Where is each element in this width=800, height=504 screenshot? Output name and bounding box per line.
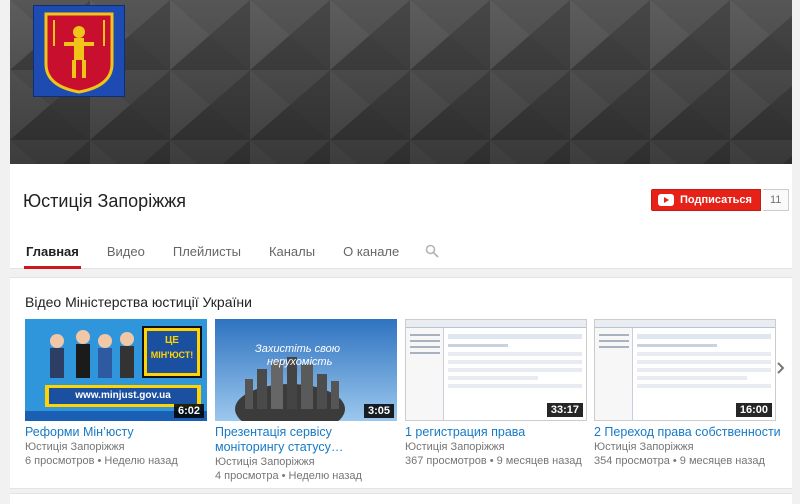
channel-tabs: Главная Видео Плейлисты Каналы О канале	[24, 244, 439, 269]
video-title[interactable]: Реформи Мін’юсту	[25, 425, 207, 440]
subscribe-widget: Подписаться 11	[651, 189, 790, 211]
video-title[interactable]: 2 Переход права собственности	[594, 425, 781, 440]
thumb-board-text-top: ЦЕ	[165, 335, 179, 346]
channel-logo[interactable]	[33, 5, 125, 97]
video-thumbnail[interactable]: ЦЕ МІН'ЮСТ! www.minjust.gov.ua 6:02	[25, 319, 207, 421]
video-meta: 367 просмотров • 9 месяцев назад	[405, 455, 582, 467]
channel-header: Юстиція Запоріжжя Подписаться 11 Главная…	[10, 164, 792, 269]
video-duration: 16:00	[735, 403, 772, 417]
video-title-line2[interactable]: моніторингу статусу…	[215, 440, 397, 455]
thumb-text-mid: нерухомість	[267, 356, 333, 368]
video-channel[interactable]: Юстиція Запоріжжя	[25, 440, 207, 454]
thumb-board-text-mid: МІН'ЮСТ!	[150, 350, 194, 360]
video-thumbnail[interactable]: 33:17	[405, 319, 587, 421]
subscriber-count: 11	[762, 189, 790, 211]
video-meta: 354 просмотра • 9 месяцев назад	[594, 455, 765, 467]
video-channel[interactable]: Юстиція Запоріжжя	[405, 440, 587, 454]
thumb-text-top: Захистіть свою	[255, 343, 340, 355]
banner-pattern	[10, 0, 792, 164]
tab-home[interactable]: Главная	[24, 244, 81, 269]
tab-videos[interactable]: Видео	[105, 244, 147, 269]
tab-channels[interactable]: Каналы	[267, 244, 317, 269]
video-title[interactable]: 1 регистрация права	[405, 425, 587, 440]
video-meta: 6 просмотров • Неделю назад	[25, 455, 178, 467]
video-shelf: Відео Міністерства юстиції України ЦЕ МІ…	[10, 277, 792, 489]
video-duration: 6:02	[173, 404, 204, 418]
video-channel[interactable]: Юстиція Запоріжжя	[215, 455, 397, 469]
video-card[interactable]: ЦЕ МІН'ЮСТ! www.minjust.gov.ua 6:02 Рефо…	[25, 319, 207, 468]
channel-title[interactable]: Юстиція Запоріжжя	[23, 191, 186, 212]
video-card[interactable]: Захистіть свою нерухомість 3:05 Презента…	[215, 319, 397, 483]
video-thumbnail[interactable]: Захистіть свою нерухомість 3:05	[215, 319, 397, 421]
subscribe-button[interactable]: Подписаться	[651, 189, 761, 211]
coat-of-arms-icon	[34, 6, 124, 96]
thumb-url-text: www.minjust.gov.ua	[75, 390, 171, 401]
video-thumbnail[interactable]: 16:00	[594, 319, 776, 421]
youtube-icon	[658, 194, 674, 206]
channel-banner	[10, 0, 792, 164]
video-card[interactable]: 33:17 1 регистрация права Юстиція Запорі…	[405, 319, 587, 468]
video-meta: 4 просмотра • Неделю назад	[215, 470, 362, 482]
video-title[interactable]: Презентація сервісу	[215, 425, 397, 440]
tab-about[interactable]: О канале	[341, 244, 401, 269]
video-channel[interactable]: Юстиція Запоріжжя	[594, 440, 776, 454]
shelf-title[interactable]: Відео Міністерства юстиції України	[25, 294, 252, 310]
video-duration: 3:05	[363, 404, 394, 418]
video-duration: 33:17	[546, 403, 583, 417]
next-section	[10, 493, 792, 504]
video-card[interactable]: 16:00 2 Переход права собственности Юсти…	[594, 319, 781, 468]
next-arrow-icon[interactable]	[776, 360, 786, 376]
subscribe-label: Подписаться	[680, 194, 752, 206]
search-icon[interactable]	[425, 244, 439, 258]
tab-playlists[interactable]: Плейлисты	[171, 244, 243, 269]
